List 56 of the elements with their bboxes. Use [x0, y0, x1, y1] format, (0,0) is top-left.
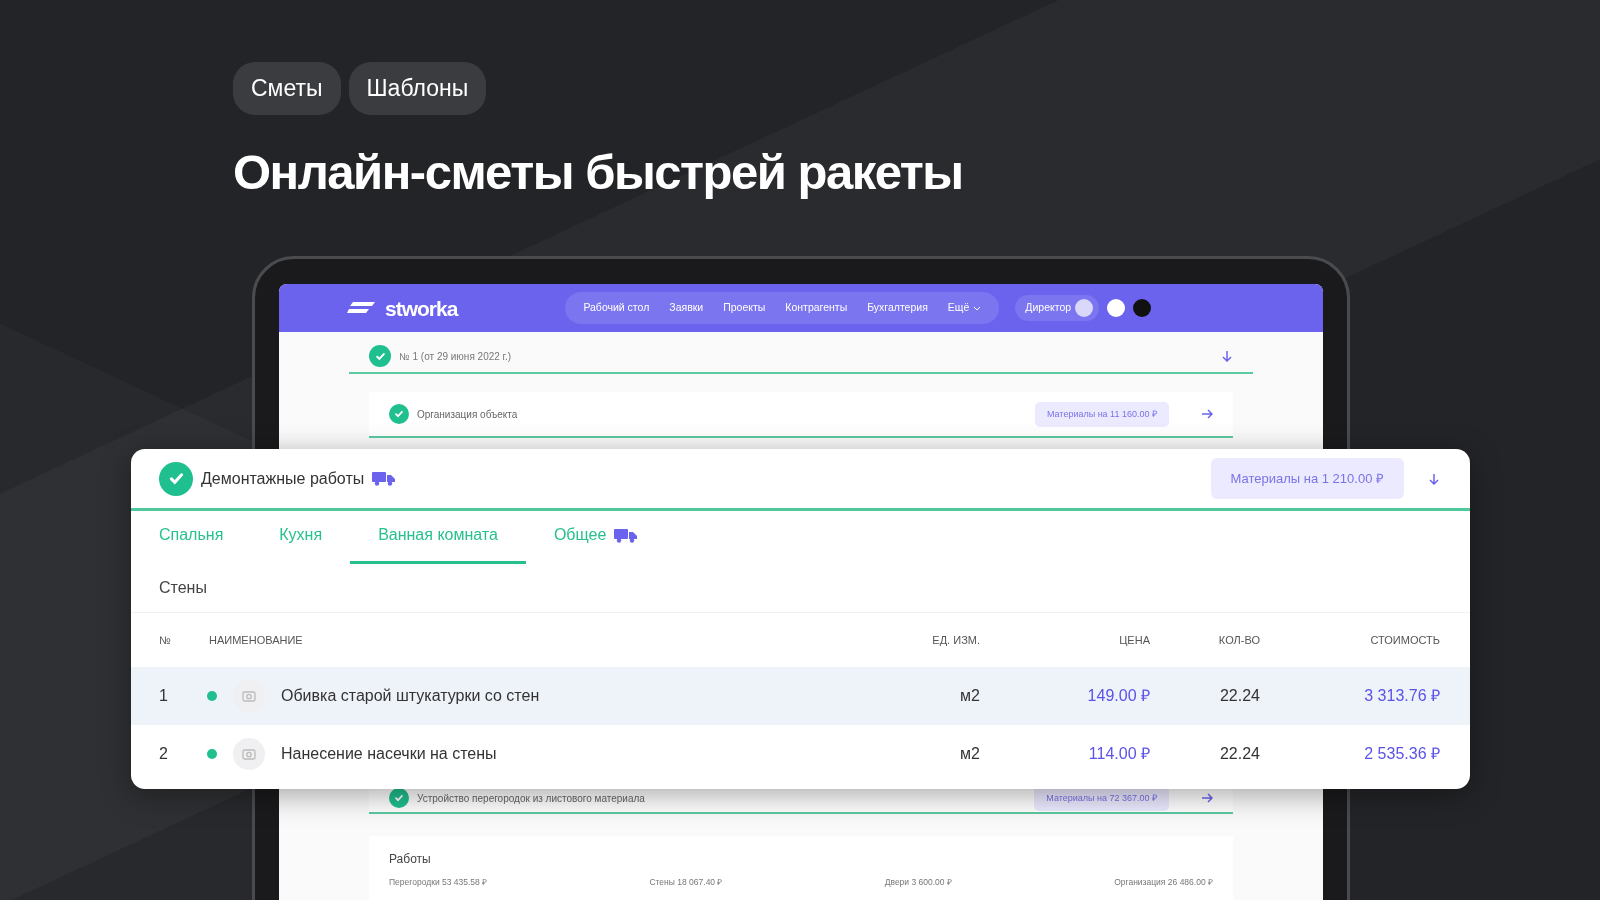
right-arrow-icon[interactable] [1201, 792, 1213, 805]
nav-link[interactable]: Ещё [937, 296, 992, 321]
nav-link[interactable]: Заявки [659, 296, 714, 321]
works-total: Стены 18 067.40 ₽ [649, 876, 723, 890]
works-title: Работы [389, 851, 432, 869]
down-arrow-icon[interactable] [1428, 472, 1440, 485]
column-header: СТОИМОСТЬ [1369, 632, 1440, 648]
table-cell-text: 114.00 ₽ [1087, 744, 1150, 764]
table-cell-text: м2 [959, 686, 980, 706]
materials-badge: Материалы на 11 160.00 ₽ [1034, 401, 1169, 428]
logo-icon [347, 301, 377, 316]
works-total: Двери 3 600.00 ₽ [884, 876, 952, 890]
avatar-icon [1075, 299, 1094, 318]
tag-button[interactable]: Сметы [233, 62, 341, 115]
table-cell-text: 22.24 [1218, 686, 1260, 706]
profile-icon[interactable] [1133, 299, 1152, 318]
tab[interactable]: Кухня [251, 511, 351, 564]
table-cell-text: 3 313.76 ₽ [1363, 686, 1440, 706]
table-cell-text: м2 [959, 744, 980, 764]
materials-badge: Материалы на 1 210.00 ₽ [1210, 457, 1404, 500]
group-heading: Стены [131, 564, 1470, 613]
column-header: НАИМЕНОВАНИЕ [209, 632, 304, 648]
column-header: № [159, 632, 172, 648]
column-header: ЦЕНА [1118, 632, 1150, 648]
tab[interactable]: Общее [525, 511, 667, 564]
nav-link[interactable]: Контрагенты [775, 296, 858, 321]
section-card: Организация объекта Материалы на 11 160.00 ₽ [369, 392, 1233, 439]
tab[interactable]: Ванная комната [350, 511, 526, 564]
down-arrow-icon[interactable] [1221, 350, 1233, 363]
estimate-header: № 1 (от 29 июня 2022 г.) [349, 340, 1253, 375]
table-cell-text: 149.00 ₽ [1086, 686, 1150, 706]
headline: Онлайн-сметы быстрей ракеты [233, 143, 964, 201]
user-menu[interactable]: Директор [1015, 295, 1100, 322]
table-row[interactable]: 2 Нанесение насечки на стены м2 114.00 ₽ 22.24 2 535.36 ₽ [131, 725, 1470, 783]
nav-link[interactable]: Проекты [713, 296, 776, 321]
table-cell-text: 2 535.36 ₽ [1363, 744, 1440, 764]
table-cell-text: 2 [159, 744, 169, 764]
section-title: Демонтажные работы [201, 468, 365, 489]
logo-text: stworka [385, 295, 458, 322]
table-cell-text: 1 [159, 686, 169, 706]
nav-link[interactable]: Рабочий стол [573, 296, 660, 321]
column-header: КОЛ-ВО [1217, 632, 1260, 648]
works-total: Организация 26 486.00 ₽ [1114, 876, 1213, 890]
tab[interactable]: Спальня [131, 511, 252, 564]
table-cell-text: 22.24 [1218, 744, 1260, 764]
works-total: Перегородки 53 435.58 ₽ [389, 876, 488, 890]
table-row[interactable]: 1 Обивка старой штукатурки со стен м2 149.00 ₽ 22.24 3 313.76 ₽ [131, 667, 1470, 725]
status-dot [207, 749, 217, 759]
status-dot [207, 691, 217, 701]
table-cell-text: Обивка старой штукатурки со стен [281, 686, 540, 706]
notification-icon[interactable] [1107, 299, 1126, 318]
column-header: ЕД. ИЗМ. [931, 632, 980, 648]
right-arrow-icon[interactable] [1201, 408, 1213, 421]
tag-button[interactable]: Шаблоны [348, 62, 487, 115]
nav-link[interactable]: Бухгалтерия [857, 296, 938, 321]
table-cell-text: Нанесение насечки на стены [281, 744, 497, 764]
